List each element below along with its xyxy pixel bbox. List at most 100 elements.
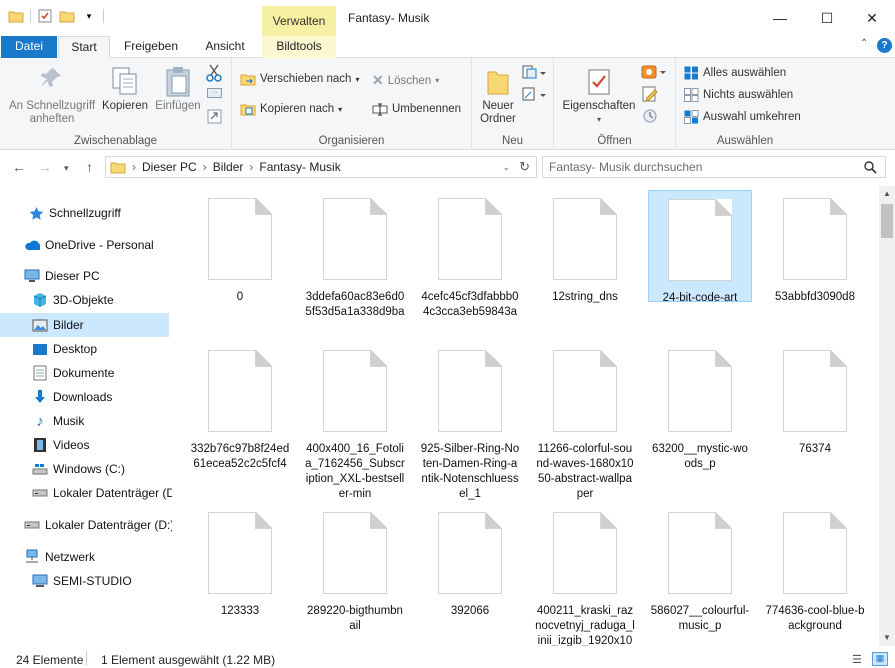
copy-icon	[100, 66, 150, 100]
file-item[interactable]: 53abbfd3090d8	[763, 190, 867, 305]
delete-button[interactable]: ✕ Löschen ▾	[372, 72, 439, 89]
file-item[interactable]: 586027__colourful-music_p	[648, 504, 752, 634]
customize-qat-icon[interactable]: ▾	[81, 8, 97, 24]
desktop-icon	[32, 341, 48, 357]
rename-button[interactable]: Umbenennen	[372, 102, 461, 116]
nav-item-windows-c[interactable]: Windows (C:)	[0, 457, 172, 481]
scroll-up-icon[interactable]: ▲	[879, 186, 895, 202]
file-item[interactable]: 925-Silber-Ring-Noten-Damen-Ring-antik-N…	[418, 342, 522, 502]
up-arrow-icon[interactable]: ↑	[86, 159, 93, 175]
copy-button[interactable]: Kopieren	[100, 66, 150, 113]
new-item-icon[interactable]	[522, 64, 546, 83]
file-item[interactable]: 76374	[763, 342, 867, 457]
help-icon[interactable]: ?	[877, 38, 892, 53]
maximize-button[interactable]: ☐	[804, 0, 850, 36]
tab-file[interactable]: Datei	[1, 36, 57, 58]
paste-shortcut-icon[interactable]	[207, 108, 222, 127]
file-item[interactable]: 123333	[188, 504, 292, 619]
window-title: Fantasy- Musik	[348, 11, 430, 25]
pin-quick-access-button[interactable]: An Schnellzugriff anheften	[6, 66, 98, 126]
search-icon	[864, 160, 877, 174]
back-arrow-icon[interactable]: ←	[12, 159, 26, 175]
nav-item-local-disk-d-sub[interactable]: Lokaler Datenträger (D	[0, 481, 172, 505]
folder-icon[interactable]	[8, 8, 24, 24]
nav-item-videos[interactable]: Videos	[0, 433, 172, 457]
easy-access-icon[interactable]	[522, 86, 546, 105]
refresh-icon[interactable]: ↻	[519, 159, 530, 175]
nav-item-music[interactable]: ♪ Musik	[0, 409, 172, 433]
select-all-button[interactable]: Alles auswählen	[684, 66, 786, 80]
search-box[interactable]: Fantasy- Musik durchsuchen	[542, 156, 886, 178]
nav-item-pictures[interactable]: Bilder	[0, 313, 169, 337]
address-dropdown-icon[interactable]: ⌄	[502, 162, 510, 173]
close-button[interactable]: ✕	[849, 0, 895, 36]
nav-item-documents[interactable]: Dokumente	[0, 361, 172, 385]
ribbon-tabs: Datei Start Freigeben Ansicht Bildtools …	[0, 36, 895, 59]
file-icon	[323, 512, 387, 594]
breadcrumb-this-pc[interactable]: Dieser PC	[142, 160, 197, 174]
move-to-icon	[240, 74, 256, 86]
file-item[interactable]: 0	[188, 190, 292, 305]
forward-arrow-icon[interactable]: →	[38, 159, 52, 175]
new-folder-button[interactable]: Neuer Ordner	[476, 66, 520, 126]
invert-selection-label: Auswahl umkehren	[703, 111, 801, 123]
group-label-organize: Organisieren	[318, 135, 385, 147]
file-item[interactable]: 4cefc45cf3dfabbb04c3cca3eb59843a	[418, 190, 522, 320]
nav-item-network[interactable]: Netzwerk	[0, 545, 172, 569]
group-label-clipboard: Zwischenablage	[73, 135, 158, 147]
new-folder-icon[interactable]	[59, 8, 75, 24]
tab-start[interactable]: Start	[58, 36, 110, 59]
cut-icon[interactable]	[206, 64, 222, 85]
breadcrumb-current[interactable]: Fantasy- Musik	[259, 160, 340, 174]
history-icon[interactable]	[642, 108, 658, 127]
file-item[interactable]: 63200__mystic-woods_p	[648, 342, 752, 472]
recent-locations-icon[interactable]: ▾	[64, 163, 69, 174]
nav-item-quick-access[interactable]: Schnellzugriff	[0, 201, 172, 225]
properties-button[interactable]: Eigenschaften ▾	[558, 66, 640, 126]
move-to-button[interactable]: Verschieben nach ▾	[240, 72, 359, 86]
tab-share[interactable]: Freigeben	[116, 36, 186, 58]
scroll-down-icon[interactable]: ▼	[879, 630, 895, 646]
address-bar[interactable]: › Dieser PC › Bilder › Fantasy- Musik ⌄ …	[105, 156, 537, 178]
nav-item-onedrive[interactable]: OneDrive - Personal	[0, 233, 172, 257]
collapse-ribbon-icon[interactable]: ⌃	[860, 38, 868, 49]
cube-icon	[32, 292, 48, 308]
paste-button[interactable]: Einfügen	[152, 66, 204, 113]
file-item[interactable]: 24-bit-code-art	[648, 190, 752, 304]
nav-item-desktop[interactable]: Desktop	[0, 337, 172, 361]
minimize-button[interactable]: —	[757, 0, 803, 36]
copy-path-icon[interactable]: ···	[207, 88, 222, 98]
select-none-button[interactable]: Nichts auswählen	[684, 88, 793, 102]
open-icon[interactable]	[640, 64, 666, 83]
nav-item-local-disk-d[interactable]: Lokaler Datenträger (D:)	[0, 513, 172, 537]
drive-icon	[32, 485, 48, 501]
tab-view[interactable]: Ansicht	[196, 36, 254, 58]
paste-icon	[152, 66, 204, 100]
file-item[interactable]: 774636-cool-blue-background	[763, 504, 867, 634]
edit-icon[interactable]	[642, 86, 658, 105]
large-icons-view-icon[interactable]: ▦	[872, 652, 888, 666]
file-item[interactable]: 392066	[418, 504, 522, 619]
drive-icon	[24, 517, 40, 533]
file-item[interactable]: 400211_kraski_raznocvetnyj_raduga_linii_…	[533, 504, 637, 646]
file-item[interactable]: 12string_dns	[533, 190, 637, 305]
file-item[interactable]: 400x400_16_Fotolia_7162456_Subscription_…	[303, 342, 407, 502]
vertical-scrollbar[interactable]: ▲ ▼	[879, 186, 895, 646]
nav-item-semi-studio[interactable]: SEMI-STUDIO	[0, 569, 172, 593]
group-clipboard: An Schnellzugriff anheften Kopieren Einf…	[0, 58, 232, 150]
details-view-icon[interactable]: ☰	[852, 653, 862, 666]
file-item[interactable]: 332b76c97b8f24ed61ecea52c2c5fcf4	[188, 342, 292, 472]
nav-item-this-pc[interactable]: Dieser PC	[0, 264, 172, 288]
tab-picture-tools[interactable]: Bildtools	[262, 36, 336, 58]
file-icon	[438, 198, 502, 280]
file-item[interactable]: 11266-colorful-sound-waves-1680x1050-abs…	[533, 342, 637, 502]
copy-to-button[interactable]: Kopieren nach ▾	[240, 102, 342, 116]
nav-item-3d-objects[interactable]: 3D-Objekte	[0, 288, 172, 312]
file-item[interactable]: 3ddefa60ac83e6d05f53d5a1a338d9ba	[303, 190, 407, 320]
breadcrumb-pictures[interactable]: Bilder	[213, 160, 244, 174]
invert-selection-button[interactable]: Auswahl umkehren	[684, 110, 801, 124]
properties-icon[interactable]	[37, 8, 53, 24]
file-item[interactable]: 289220-bigthumbnail	[303, 504, 407, 634]
scrollbar-thumb[interactable]	[881, 204, 893, 238]
nav-item-downloads[interactable]: Downloads	[0, 385, 172, 409]
